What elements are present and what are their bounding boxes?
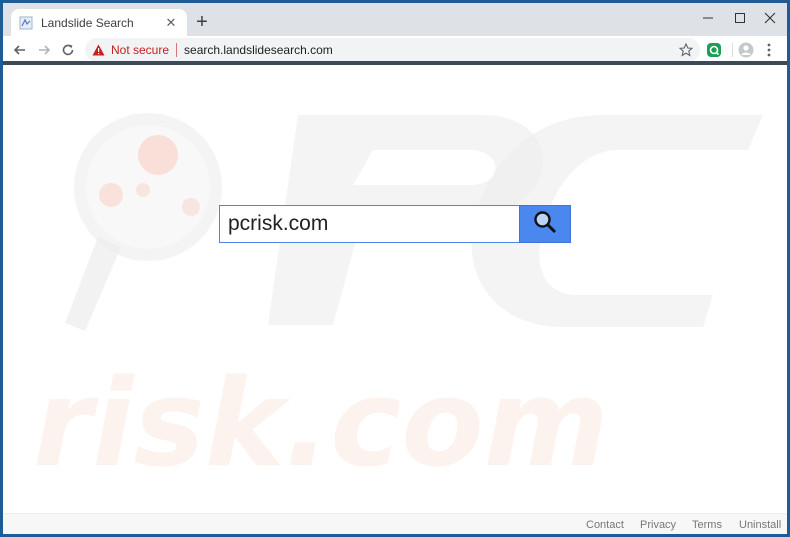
warning-icon [91,43,105,57]
search-button[interactable] [519,205,571,243]
tab-strip: Landslide Search ✕ + [3,3,787,36]
footer-link-uninstall[interactable]: Uninstall [739,519,781,531]
security-status-label[interactable]: Not secure [111,43,169,57]
search-form [219,205,571,243]
new-tab-button[interactable]: + [191,12,213,34]
landslide-favicon-icon [19,16,33,30]
close-icon[interactable] [753,3,787,33]
menu-kebab-icon[interactable] [759,40,779,60]
page-content: risk.com [3,65,787,513]
pcrisk-watermark-logo: risk.com [33,113,763,494]
page-footer: Contact Privacy Terms Uninstall [3,513,787,534]
magnifier-icon [533,210,557,239]
extension-icon[interactable] [704,40,724,60]
footer-link-privacy[interactable]: Privacy [640,519,676,531]
svg-text:risk.com: risk.com [33,355,609,494]
footer-link-terms[interactable]: Terms [692,519,722,531]
toolbar-divider [732,43,733,57]
maximize-icon[interactable] [723,3,757,33]
search-input[interactable] [219,205,519,243]
browser-toolbar: Not secure search.landslidesearch.com [3,36,787,64]
footer-link-contact[interactable]: Contact [586,519,624,531]
tab-title: Landslide Search [41,15,134,30]
profile-avatar-icon[interactable] [736,40,756,60]
browser-window: Landslide Search ✕ + Not secure search.l… [0,0,790,537]
bookmark-star-icon[interactable] [678,42,694,58]
back-arrow-icon[interactable] [9,39,31,61]
tab-landslide-search[interactable]: Landslide Search ✕ [11,9,187,36]
forward-arrow-icon[interactable] [33,39,55,61]
reload-icon[interactable] [57,39,79,61]
address-bar[interactable]: Not secure search.landslidesearch.com [85,38,700,62]
address-separator [176,43,178,57]
tab-close-icon[interactable]: ✕ [163,15,179,31]
minimize-icon[interactable] [691,3,725,33]
url-text[interactable]: search.landslidesearch.com [184,43,333,57]
